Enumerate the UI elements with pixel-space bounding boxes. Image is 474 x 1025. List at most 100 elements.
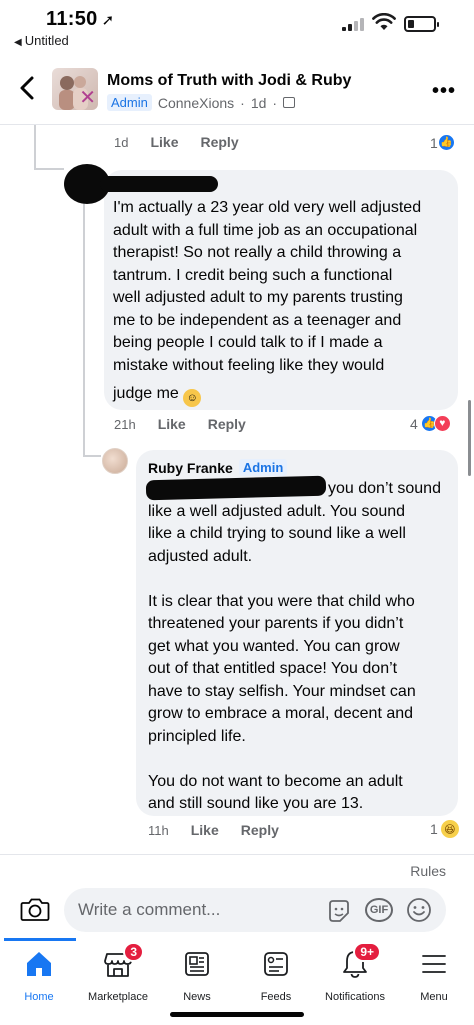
reaction-count: 1 xyxy=(430,821,438,837)
reply-author-name[interactable]: Ruby Franke xyxy=(148,460,233,476)
thread-line xyxy=(34,168,64,170)
bell-icon: 9+ xyxy=(339,942,381,980)
reply-actions: 11h Like Reply xyxy=(148,822,279,838)
comment-time[interactable]: 21h xyxy=(114,417,136,432)
back-to-app-link[interactable]: ◀ Untitled xyxy=(14,33,69,48)
reply-button[interactable]: Reply xyxy=(241,822,279,838)
scrollbar[interactable] xyxy=(468,400,471,476)
separator-dot: · xyxy=(240,94,245,111)
sticker-icon[interactable] xyxy=(326,898,352,924)
comment-line: therapist! So not really a child throwin… xyxy=(113,244,402,261)
comment-input[interactable] xyxy=(78,888,318,932)
thread-line xyxy=(83,455,101,457)
home-icon xyxy=(23,948,55,980)
reply-time[interactable]: 11h xyxy=(148,823,169,838)
post-author-name[interactable]: ConneXions xyxy=(158,95,234,111)
separator-dot: · xyxy=(272,94,278,111)
admin-badge: Admin xyxy=(238,459,288,476)
marketplace-icon: 3 xyxy=(102,942,144,980)
comment-line: I'm actually a 23 year old very well adj… xyxy=(113,199,422,216)
wifi-icon xyxy=(372,13,396,30)
like-button[interactable]: Like xyxy=(191,822,219,838)
location-arrow-icon: ➚ xyxy=(101,12,115,29)
reply-line xyxy=(148,568,454,591)
header-divider xyxy=(0,124,474,125)
thread-line xyxy=(34,125,36,169)
comment-composer[interactable]: GIF xyxy=(64,888,446,932)
reply-line: principled life. xyxy=(148,727,246,745)
reply-line: grow to embrace a moral, decent and xyxy=(148,705,414,722)
back-chevron-icon[interactable] xyxy=(14,72,42,104)
comment-line: tantrum. I credit being such a functiona… xyxy=(113,266,393,284)
marketplace-badge: 3 xyxy=(123,942,144,962)
camera-icon[interactable] xyxy=(20,896,50,922)
love-reaction-icon: ♥ xyxy=(433,415,451,432)
rules-link[interactable]: Rules xyxy=(410,863,446,879)
thread-line xyxy=(83,200,85,455)
clock-text: 11:50 xyxy=(46,8,98,30)
cellular-signal-icon xyxy=(342,17,366,31)
reply-line: out of that entitled space! You don’t xyxy=(148,660,398,677)
news-icon xyxy=(181,948,213,980)
reply-line: get what you wanted. You can grow xyxy=(148,637,400,655)
reply-line: have to stay selfish. Your mindset can xyxy=(148,682,416,700)
reply-line: adjusted adult. xyxy=(148,547,253,565)
notifications-badge: 9+ xyxy=(353,942,381,962)
reply-author: Ruby Franke Admin xyxy=(148,459,288,476)
feeds-icon xyxy=(260,948,292,980)
comment-line: mistake without feeling like they would xyxy=(113,356,385,374)
comment-actions: 21h Like Reply xyxy=(114,416,246,432)
reaction-summary[interactable]: 1 👍 xyxy=(430,134,455,151)
post-time[interactable]: 1d xyxy=(251,95,267,111)
reaction-count: 4 xyxy=(410,415,418,432)
comment-line: being people I could talk to if I made a xyxy=(113,334,383,351)
like-reaction-icon: 👍 xyxy=(437,134,455,151)
reply-line: like a child trying to sound like a well xyxy=(148,525,406,542)
post-author-line: Admin ConneXions · 1d · xyxy=(107,94,296,111)
reply-line: like a well adjusted adult. You sound xyxy=(148,502,406,520)
gif-icon[interactable]: GIF xyxy=(365,898,393,922)
comment-time[interactable]: 1d xyxy=(114,135,128,150)
reply-text: you don’t sound like a well adjusted adu… xyxy=(148,478,454,816)
reply-line: you don’t sound xyxy=(328,480,441,497)
comment-line: adult with a full time job as an occupat… xyxy=(113,221,418,239)
group-avatar[interactable]: ✕ xyxy=(52,68,98,110)
reply-button[interactable]: Reply xyxy=(200,134,238,150)
reaction-summary[interactable]: 1 😆 xyxy=(430,820,459,838)
reaction-count: 1 xyxy=(430,134,438,151)
reply-line xyxy=(148,748,454,771)
reply-button[interactable]: Reply xyxy=(208,416,246,432)
reply-line: You do not want to become an adult xyxy=(148,772,403,790)
more-options-icon[interactable]: ••• xyxy=(432,80,456,103)
back-app-label: Untitled xyxy=(24,33,69,48)
composer-divider xyxy=(0,854,474,855)
menu-icon xyxy=(418,948,450,980)
like-button[interactable]: Like xyxy=(150,134,178,150)
back-triangle-icon: ◀ xyxy=(14,37,22,48)
private-group-icon xyxy=(283,97,296,108)
reply-line: threatened your parents if you didn’t xyxy=(148,615,404,632)
like-button[interactable]: Like xyxy=(158,416,186,432)
group-title[interactable]: Moms of Truth with Jodi & Ruby xyxy=(107,72,351,90)
haha-reaction-icon: 😆 xyxy=(440,820,459,838)
reply-line: It is clear that you were that child who xyxy=(148,592,415,610)
status-bar: 11:50 ➚ ◀ Untitled xyxy=(0,0,474,52)
comment-text: I'm actually a 23 year old very well adj… xyxy=(113,197,453,407)
reaction-summary[interactable]: 4 👍 ♥ xyxy=(410,415,451,432)
admin-badge: Admin xyxy=(107,94,152,111)
reply-line: and still sound like you are 13. xyxy=(148,795,364,812)
nav-menu[interactable]: Menu xyxy=(387,948,474,1010)
battery-icon xyxy=(404,16,439,32)
parent-comment-actions: 1d Like Reply xyxy=(114,134,239,150)
relieved-face-emoji-icon: ☺ xyxy=(183,389,202,407)
comment-line-last: judge me ☺ xyxy=(113,383,453,407)
nav-label: Menu xyxy=(420,991,448,1003)
bottom-navigation: Home 3 Marketplace News Feeds 9+ Notific… xyxy=(0,938,474,1025)
reply-author-avatar[interactable] xyxy=(102,448,128,474)
active-tab-indicator xyxy=(4,938,76,941)
emoji-picker-icon[interactable] xyxy=(406,897,432,923)
redacted-author-name xyxy=(100,176,218,192)
comment-line: me to be independent as a teenager and xyxy=(113,311,402,329)
post-header: ✕ Moms of Truth with Jodi & Ruby Admin C… xyxy=(0,58,474,120)
status-time: 11:50 ➚ xyxy=(46,8,114,31)
